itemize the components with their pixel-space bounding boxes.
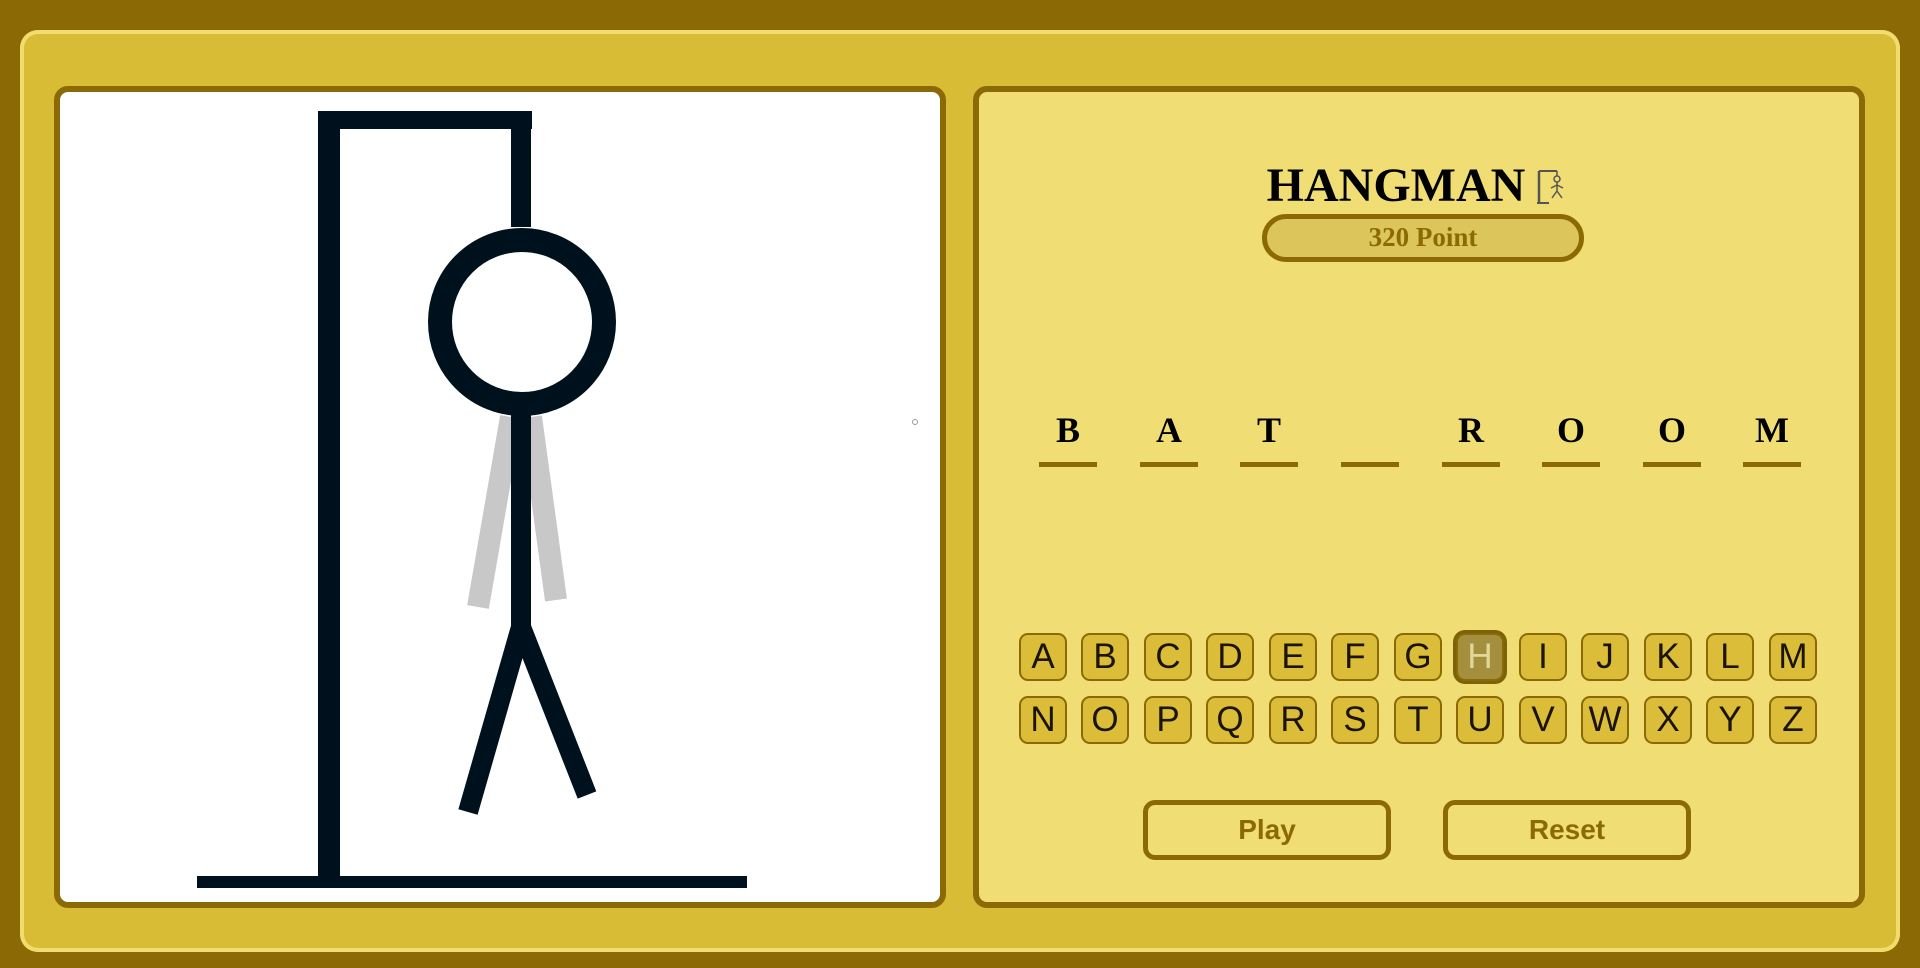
letter: A bbox=[1156, 410, 1182, 450]
key-j[interactable]: J bbox=[1581, 633, 1629, 681]
key-o[interactable]: O bbox=[1081, 696, 1129, 744]
game-panel: HANGMAN 320 Point B A T R O O M A B C D … bbox=[973, 86, 1865, 908]
key-v[interactable]: V bbox=[1519, 696, 1567, 744]
key-c[interactable]: C bbox=[1144, 633, 1192, 681]
title-row: HANGMAN bbox=[979, 157, 1859, 221]
letter: T bbox=[1256, 410, 1281, 450]
letter-slot: O bbox=[1643, 408, 1701, 470]
left-arm bbox=[467, 415, 522, 609]
key-g[interactable]: G bbox=[1394, 633, 1442, 681]
score-display: 320 Point bbox=[1262, 214, 1584, 262]
letter-underline bbox=[1643, 462, 1701, 467]
key-n[interactable]: N bbox=[1019, 696, 1067, 744]
letter-underline bbox=[1341, 462, 1399, 467]
key-u[interactable]: U bbox=[1456, 696, 1504, 744]
letter-slot: A bbox=[1140, 408, 1198, 470]
key-d[interactable]: D bbox=[1206, 633, 1254, 681]
letter: O bbox=[1657, 410, 1686, 450]
letter-underline bbox=[1039, 462, 1097, 467]
letter-slot: R bbox=[1442, 408, 1500, 470]
right-arm bbox=[520, 415, 567, 602]
letter: B bbox=[1055, 410, 1080, 450]
key-z[interactable]: Z bbox=[1769, 696, 1817, 744]
key-p[interactable]: P bbox=[1144, 696, 1192, 744]
letter: M bbox=[1755, 410, 1789, 450]
gallows-icon bbox=[1535, 163, 1571, 221]
key-s[interactable]: S bbox=[1331, 696, 1379, 744]
key-a[interactable]: A bbox=[1019, 633, 1067, 681]
key-l[interactable]: L bbox=[1706, 633, 1754, 681]
letter: O bbox=[1556, 410, 1585, 450]
play-button[interactable]: Play bbox=[1143, 800, 1391, 860]
letter: R bbox=[1458, 410, 1484, 450]
game-title: HANGMAN bbox=[1266, 159, 1526, 212]
key-i[interactable]: I bbox=[1519, 633, 1567, 681]
letter-underline bbox=[1442, 462, 1500, 467]
small-dot bbox=[912, 419, 918, 425]
key-y[interactable]: Y bbox=[1706, 696, 1754, 744]
letter-slot: T bbox=[1240, 408, 1298, 470]
letter-slot: O bbox=[1542, 408, 1600, 470]
key-e[interactable]: E bbox=[1269, 633, 1317, 681]
letter-slot bbox=[1341, 408, 1399, 470]
letter-underline bbox=[1542, 462, 1600, 467]
letter-underline bbox=[1743, 462, 1801, 467]
hangman-drawing bbox=[197, 111, 918, 888]
letter-slot: B bbox=[1039, 408, 1097, 470]
key-r[interactable]: R bbox=[1269, 696, 1317, 744]
key-k[interactable]: K bbox=[1644, 633, 1692, 681]
key-h[interactable]: H bbox=[1456, 633, 1504, 681]
right-leg bbox=[511, 623, 597, 799]
letter-underline bbox=[1140, 462, 1198, 467]
head bbox=[428, 228, 616, 416]
key-t[interactable]: T bbox=[1394, 696, 1442, 744]
key-m[interactable]: M bbox=[1769, 633, 1817, 681]
key-x[interactable]: X bbox=[1644, 696, 1692, 744]
key-q[interactable]: Q bbox=[1206, 696, 1254, 744]
key-b[interactable]: B bbox=[1081, 633, 1129, 681]
reset-button[interactable]: Reset bbox=[1443, 800, 1691, 860]
left-leg bbox=[458, 624, 531, 815]
key-w[interactable]: W bbox=[1581, 696, 1629, 744]
letter-slot: M bbox=[1743, 408, 1801, 470]
key-f[interactable]: F bbox=[1331, 633, 1379, 681]
hangman-drawing-panel bbox=[54, 86, 946, 908]
letter-underline bbox=[1240, 462, 1298, 467]
